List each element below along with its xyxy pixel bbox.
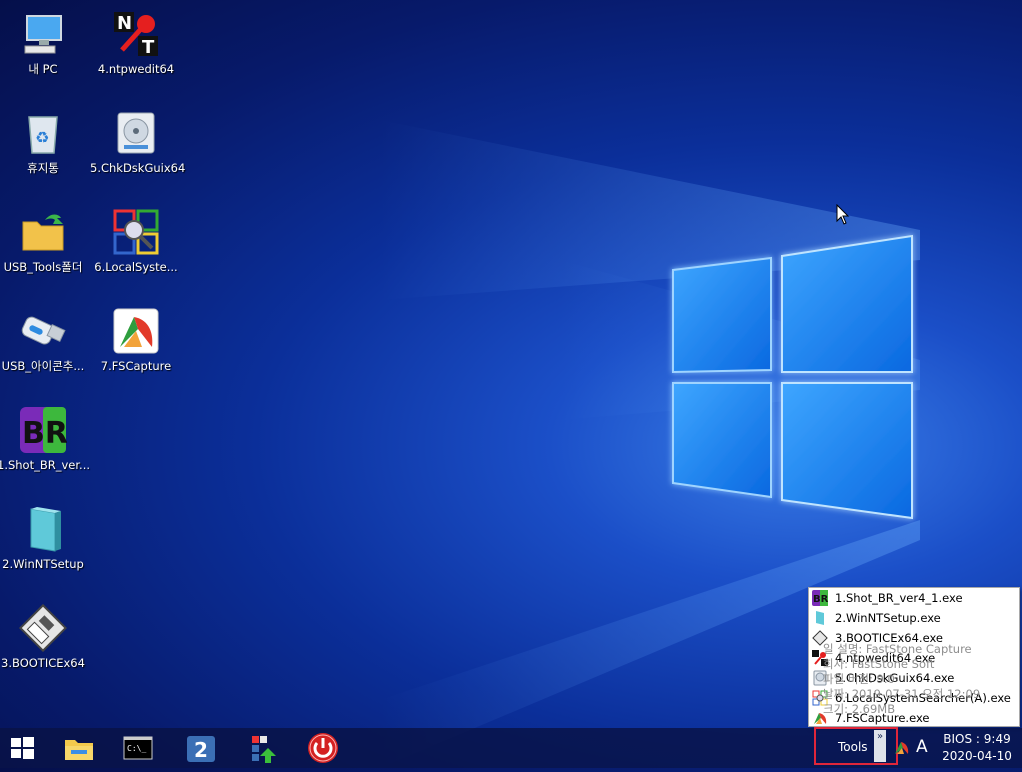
taskbar-file-explorer[interactable]	[59, 728, 99, 768]
desktop-icon-booticex64[interactable]: 3.BOOTICEx64	[0, 598, 89, 688]
clock-date: 2020-04-10	[942, 749, 1012, 763]
svg-text:BR: BR	[22, 416, 67, 451]
desktop-icon-usb-icon-add[interactable]: USB_아이콘추...	[0, 301, 89, 391]
desktop-icon-label: 2.WinNTSetup	[2, 557, 84, 571]
desktop-icon-shot-br[interactable]: BR 1.Shot_BR_ver...	[0, 400, 91, 490]
svg-text:T: T	[142, 37, 155, 58]
desktop-icon-winntsetup[interactable]: 2.WinNTSetup	[0, 499, 89, 589]
desktop-icon-label: USB_Tools폴더	[3, 260, 83, 274]
ntpwedit-icon	[812, 650, 828, 666]
disk-icon	[813, 670, 827, 686]
taskbar-app-2[interactable]: 2	[181, 728, 221, 768]
fscapture-icon	[814, 713, 827, 724]
svg-text:BR: BR	[813, 594, 828, 605]
desktop-icon-ntpwedit[interactable]: NT 4.ntpwedit64	[90, 4, 182, 94]
menu-item-label: 5.ChkDskGuix64.exe	[835, 671, 955, 685]
shot-br-icon: BR	[812, 590, 828, 606]
command-prompt-icon: C:\_	[123, 736, 153, 760]
svg-text:2: 2	[194, 738, 208, 762]
app-2-icon: 2	[187, 736, 215, 762]
ntpwedit-icon: NT	[112, 10, 160, 58]
tools-popup-menu: BR 1.Shot_BR_ver4_1.exe 2.WinNTSetup.exe…	[808, 587, 1020, 727]
menu-item-label: 7.FSCapture.exe	[835, 711, 930, 725]
file-explorer-icon	[65, 740, 93, 760]
fscapture-tray-icon[interactable]	[893, 738, 911, 756]
svg-text:♻: ♻	[35, 128, 49, 147]
desktop-icon-label: 6.LocalSyste...	[94, 260, 178, 274]
bootice-icon	[18, 603, 68, 653]
fscapture-icon	[112, 307, 160, 355]
desktop-icon-label: 내 PC	[28, 62, 58, 76]
menu-item-ntpwedit64[interactable]: 4.ntpwedit64.exe	[809, 648, 1019, 668]
menu-item-chkdskguix64[interactable]: 5.ChkDskGuix64.exe	[809, 668, 1019, 688]
power-icon	[308, 733, 338, 763]
taskbar-power[interactable]	[303, 728, 343, 768]
menu-item-winntsetup[interactable]: 2.WinNTSetup.exe	[809, 608, 1019, 628]
folder-icon	[19, 208, 67, 256]
windows-start-icon	[11, 737, 34, 759]
desktop-icon-label: USB_아이콘추...	[1, 359, 85, 373]
menu-item-label: 4.ntpwedit64.exe	[835, 651, 936, 665]
menu-item-fscapture[interactable]: 7.FSCapture.exe	[809, 708, 1019, 728]
taskbar-clock[interactable]: BIOS : 9:49 2020-04-10	[936, 731, 1018, 765]
desktop-icon-usb-tools-folder[interactable]: USB_Tools폴더	[0, 202, 89, 292]
start-button[interactable]	[2, 728, 42, 768]
mouse-cursor-icon	[836, 204, 850, 225]
desktop-icon-label: 5.ChkDskGuix64	[90, 161, 186, 175]
recycle-bin-icon: ♻	[19, 109, 67, 157]
desktop-icon-chkdskguix64[interactable]: 5.ChkDskGuix64	[90, 103, 186, 193]
menu-item-label: 2.WinNTSetup.exe	[835, 611, 941, 625]
desktop-icon-label: 휴지통	[27, 161, 59, 175]
desktop-icon-this-pc[interactable]: 내 PC	[0, 4, 89, 94]
usb-drive-icon	[19, 307, 67, 355]
desktop-icon-label: 3.BOOTICEx64	[1, 656, 85, 670]
winntsetup-icon	[816, 611, 824, 625]
menu-item-shot-br[interactable]: BR 1.Shot_BR_ver4_1.exe	[809, 588, 1019, 608]
local-system-searcher-icon	[812, 690, 828, 706]
desktop-icon-label: 1.Shot_BR_ver...	[0, 458, 91, 472]
desktop-icon-fscapture[interactable]: 7.FSCapture	[90, 301, 182, 391]
menu-item-localsystemsearcher[interactable]: 6.LocalSystemSearcher(A).exe	[809, 688, 1019, 708]
desktop-icon-recycle-bin[interactable]: ♻ 휴지통	[0, 103, 89, 193]
menu-item-label: 3.BOOTICEx64.exe	[835, 631, 943, 645]
winntsetup-icon	[19, 505, 67, 553]
app-upload-icon	[252, 736, 276, 763]
menu-item-label: 6.LocalSystemSearcher(A).exe	[835, 691, 1011, 705]
ime-indicator[interactable]: A	[916, 737, 928, 757]
pc-icon	[19, 10, 67, 58]
tools-toolbar-label[interactable]: Tools	[838, 740, 868, 754]
desktop-icon-label: 7.FSCapture	[100, 359, 172, 373]
svg-text:C:\_: C:\_	[127, 744, 146, 753]
tools-toolbar-expand-button[interactable]: »	[874, 730, 886, 762]
svg-text:N: N	[117, 13, 132, 34]
desktop-icon-localsystemsearcher[interactable]: 6.LocalSyste...	[90, 202, 182, 292]
local-system-searcher-icon	[112, 208, 160, 256]
bootice-icon	[812, 630, 828, 646]
menu-item-booticex64[interactable]: 3.BOOTICEx64.exe	[809, 628, 1019, 648]
taskbar-app-upload[interactable]	[244, 728, 284, 768]
menu-item-label: 1.Shot_BR_ver4_1.exe	[835, 591, 963, 605]
disk-icon	[112, 109, 160, 157]
shot-br-icon: BR	[19, 406, 68, 454]
desktop-icon-label: 4.ntpwedit64	[97, 62, 175, 76]
taskbar-command-prompt[interactable]: C:\_	[118, 728, 158, 768]
clock-time: BIOS : 9:49	[943, 732, 1011, 746]
